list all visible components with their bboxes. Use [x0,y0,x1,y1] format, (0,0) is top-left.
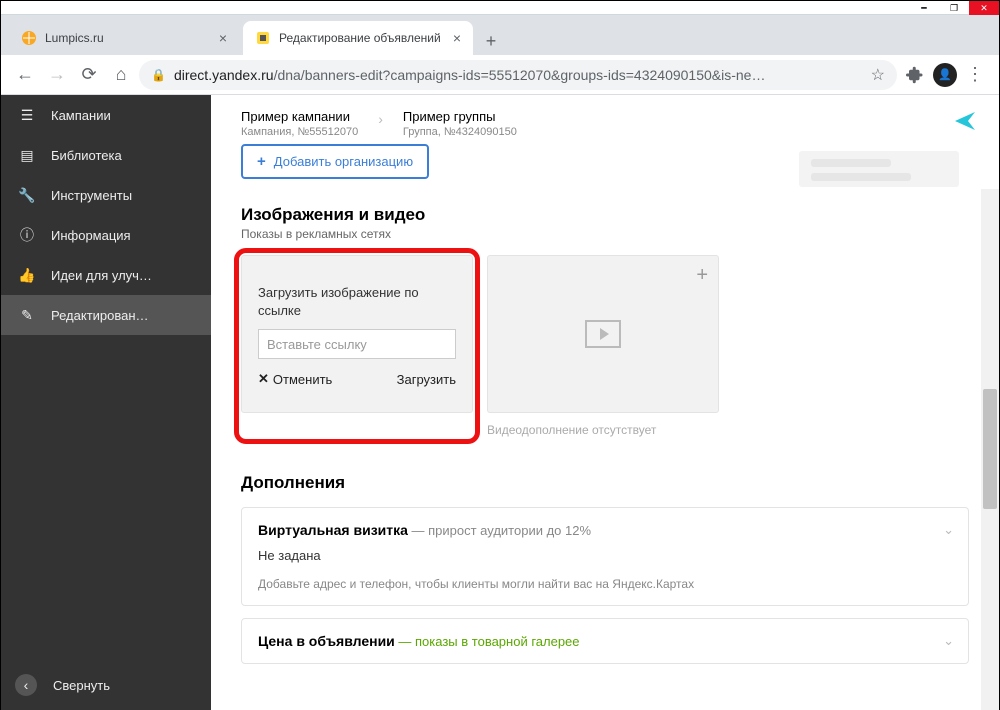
image-upload-card: Загрузить изображение по ссылке ✕ Отмени… [241,255,473,413]
cancel-button[interactable]: ✕ Отменить [258,371,332,387]
window-titlebar: ━ ❐ ✕ [1,1,999,15]
book-icon: ▤ [19,147,35,163]
window-maximize-button[interactable]: ❐ [939,1,969,15]
addon-virtual-card[interactable]: Виртуальная визитка — прирост аудитории … [241,507,969,606]
image-url-input[interactable] [258,329,456,359]
media-row: Загрузить изображение по ссылке ✕ Отмени… [241,255,969,437]
sidebar-collapse-button[interactable]: ‹ Свернуть [1,660,211,710]
addon-title: Цена в объявлении [258,633,395,649]
yandex-direct-favicon-icon [255,30,271,46]
addons-section-title: Дополнения [241,473,969,493]
home-button[interactable]: ⌂ [107,61,135,89]
profile-avatar[interactable]: 👤 [933,63,957,87]
forward-button[interactable]: → [43,61,71,89]
scrollbar-track[interactable] [981,189,999,710]
sidebar-item-campaigns[interactable]: ☰ Кампании [1,95,211,135]
plus-icon: + [696,264,708,287]
reload-button[interactable]: ⟳ [75,61,103,89]
app-body: ☰ Кампании ▤ Библиотека 🔧 Инструменты ⓘ … [1,95,999,710]
video-note: Видеодополнение отсутствует [487,423,719,437]
extensions-icon[interactable] [901,61,929,89]
chevron-down-icon: ⌄ [943,633,954,649]
hamburger-icon: ☰ [19,107,35,123]
sidebar-item-label: Библиотека [51,148,122,163]
video-play-icon [585,320,621,348]
tab-title: Lumpics.ru [45,31,213,45]
sidebar-item-library[interactable]: ▤ Библиотека [1,135,211,175]
lumpics-favicon-icon [21,30,37,46]
wrench-icon: 🔧 [19,187,35,203]
media-section-title: Изображения и видео [241,205,969,225]
browser-toolbar: ← → ⟳ ⌂ 🔒 direct.yandex.ru/dna/banners-e… [1,55,999,95]
bookmark-star-icon[interactable]: ☆ [871,65,885,85]
scrollbar-thumb[interactable] [983,389,997,509]
new-tab-button[interactable]: + [477,27,505,55]
sidebar-item-label: Информация [51,228,131,243]
tab-close-icon[interactable]: × [219,30,227,46]
sidebar-item-label: Инструменты [51,188,132,203]
thumbs-up-icon: 👍 [19,267,35,283]
tab-title: Редактирование объявлений [279,31,447,45]
image-upload-title: Загрузить изображение по ссылке [258,284,456,319]
video-upload-card[interactable]: + [487,255,719,413]
site-lock-icon[interactable]: 🔒 [151,68,166,82]
sidebar-item-tools[interactable]: 🔧 Инструменты [1,175,211,215]
back-button[interactable]: ← [11,61,39,89]
send-button[interactable] [953,109,977,133]
breadcrumb-campaign[interactable]: Пример кампании Кампания, №55512070 [241,109,358,138]
sidebar-collapse-label: Свернуть [53,678,110,693]
chevron-left-icon: ‹ [15,674,37,696]
window-close-button[interactable]: ✕ [969,1,999,15]
browser-tabstrip: Lumpics.ru × Редактирование объявлений ×… [1,15,999,55]
sidebar: ☰ Кампании ▤ Библиотека 🔧 Инструменты ⓘ … [1,95,211,710]
browser-tab[interactable]: Lumpics.ru × [9,21,239,55]
chevron-right-icon: › [378,111,383,127]
window: ━ ❐ ✕ Lumpics.ru × Редактирование объявл… [0,0,1000,710]
sidebar-item-edit[interactable]: ✎ Редактирован… [1,295,211,335]
sidebar-item-label: Кампании [51,108,111,123]
add-organization-button[interactable]: + Добавить организацию [241,144,429,179]
address-bar[interactable]: 🔒 direct.yandex.ru/dna/banners-edit?camp… [139,60,897,90]
addon-title: Виртуальная визитка [258,522,408,538]
tab-close-icon[interactable]: × [453,30,461,46]
addon-note: — показы в товарной галерее [395,634,580,649]
sidebar-item-ideas[interactable]: 👍 Идеи для улуч… [1,255,211,295]
sidebar-item-label: Редактирован… [51,308,149,323]
addon-price[interactable]: Цена в объявлении — показы в товарной га… [241,618,969,664]
upload-button[interactable]: Загрузить [397,372,456,387]
sidebar-item-info[interactable]: ⓘ Информация [1,215,211,255]
plus-icon: + [257,153,266,170]
breadcrumb-group[interactable]: Пример группы Группа, №4324090150 [403,109,517,138]
add-organization-label: Добавить организацию [274,154,413,169]
preview-placeholder [799,151,959,187]
browser-menu-button[interactable]: ⋮ [961,61,989,89]
info-icon: ⓘ [19,227,35,243]
sidebar-item-label: Идеи для улуч… [51,268,152,283]
main-content: Пример кампании Кампания, №55512070 › Пр… [211,95,999,710]
window-minimize-button[interactable]: ━ [909,1,939,15]
media-section-subtitle: Показы в рекламных сетях [241,227,969,241]
addon-note: — прирост аудитории до 12% [408,523,591,538]
addon-help: Добавьте адрес и телефон, чтобы клиенты … [258,577,952,591]
chevron-down-icon: ⌄ [943,522,954,538]
pencil-icon: ✎ [19,307,35,323]
addon-status: Не задана [258,548,952,563]
close-icon: ✕ [258,371,269,387]
url-text: direct.yandex.ru/dna/banners-edit?campai… [174,67,863,83]
browser-tab-active[interactable]: Редактирование объявлений × [243,21,473,55]
breadcrumb: Пример кампании Кампания, №55512070 › Пр… [211,95,999,144]
